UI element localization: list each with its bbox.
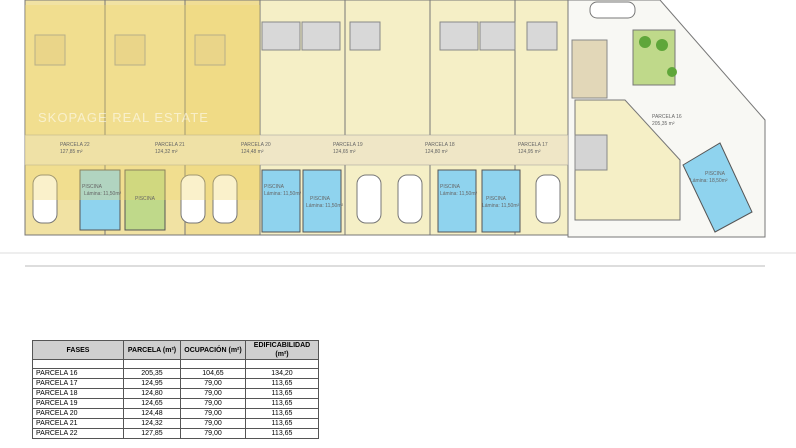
table-row: PARCELA 20 124,48 79,00 113,65 (32, 408, 319, 419)
floor-plan: SKOPAGE REAL ESTATE PARCELA 22 127,85 m²… (0, 0, 796, 267)
watermark-box (25, 5, 260, 200)
svg-text:Lámina: 11,50m²: Lámina: 11,50m² (264, 191, 301, 197)
svg-text:Lámina: 11,50m²: Lámina: 11,50m² (440, 191, 477, 197)
svg-text:Lámina: 18,50m²: Lámina: 18,50m² (690, 178, 728, 184)
svg-text:PISCINA: PISCINA (135, 196, 156, 202)
svg-text:Lámina: 11,50m²: Lámina: 11,50m² (306, 203, 343, 209)
tree-icon (639, 36, 651, 48)
svg-text:PISCINA: PISCINA (440, 184, 461, 190)
svg-text:PISCINA: PISCINA (264, 184, 285, 190)
parcel-label: PARCELA 22 (60, 142, 90, 148)
parcel-area: 127,85 m² (60, 149, 83, 155)
svg-text:PISCINA: PISCINA (82, 184, 103, 190)
tree-icon (667, 67, 677, 77)
svg-text:PISCINA: PISCINA (310, 196, 331, 202)
parcel-label: PARCELA 19 (333, 142, 363, 148)
table-row: PARCELA 21 124,32 79,00 113,65 (32, 418, 319, 429)
table-row: PARCELA 16 205,35 104,65 134,20 (32, 368, 319, 379)
parcel-label: PARCELA 16 (652, 114, 682, 120)
parcel-label: PARCELA 18 (425, 142, 455, 148)
bath (574, 134, 608, 171)
svg-text:Lámina: 11,50m²: Lámina: 11,50m² (482, 203, 519, 209)
parcel-area: 205,35 m² (652, 121, 675, 127)
watermark-text: SKOPAGE REAL ESTATE (38, 110, 209, 125)
table-row: PARCELA 18 124,80 79,00 113,65 (32, 388, 319, 399)
svg-text:PISCINA: PISCINA (486, 196, 507, 202)
parcel-area: 124,32 m² (155, 149, 178, 155)
parcel-area: 124,95 m² (518, 149, 541, 155)
car-icon (589, 1, 636, 19)
parcel-area: 124,65 m² (333, 149, 356, 155)
parcel-area: 124,80 m² (425, 149, 448, 155)
tree-icon (656, 39, 668, 51)
garden-patch (632, 29, 676, 86)
col-edificabilidad: EDIFICABILIDAD (m²) (245, 340, 319, 360)
table-row: PARCELA 17 124,95 79,00 113,65 (32, 378, 319, 389)
parcel-table: FASES PARCELA (m²) OCUPACIÓN (m²) EDIFIC… (32, 340, 319, 439)
parcel-label: PARCELA 20 (241, 142, 271, 148)
parcel-label: PARCELA 17 (518, 142, 548, 148)
col-parcela: PARCELA (m²) (123, 340, 181, 360)
table-row: PARCELA 19 124,65 79,00 113,65 (32, 398, 319, 409)
table-header-row: FASES PARCELA (m²) OCUPACIÓN (m²) EDIFIC… (32, 340, 319, 360)
col-fases: FASES (32, 340, 124, 360)
table-row: PARCELA 22 127,85 79,00 113,65 (32, 428, 319, 439)
parcel-label: PARCELA 21 (155, 142, 185, 148)
svg-text:PISCINA: PISCINA (705, 171, 726, 177)
grey-core (571, 39, 608, 99)
col-ocupacion: OCUPACIÓN (m²) (180, 340, 246, 360)
svg-text:Lámina: 11,50m²: Lámina: 11,50m² (84, 191, 121, 197)
parcel-area: 124,48 m² (241, 149, 264, 155)
table-spacer (32, 359, 319, 369)
